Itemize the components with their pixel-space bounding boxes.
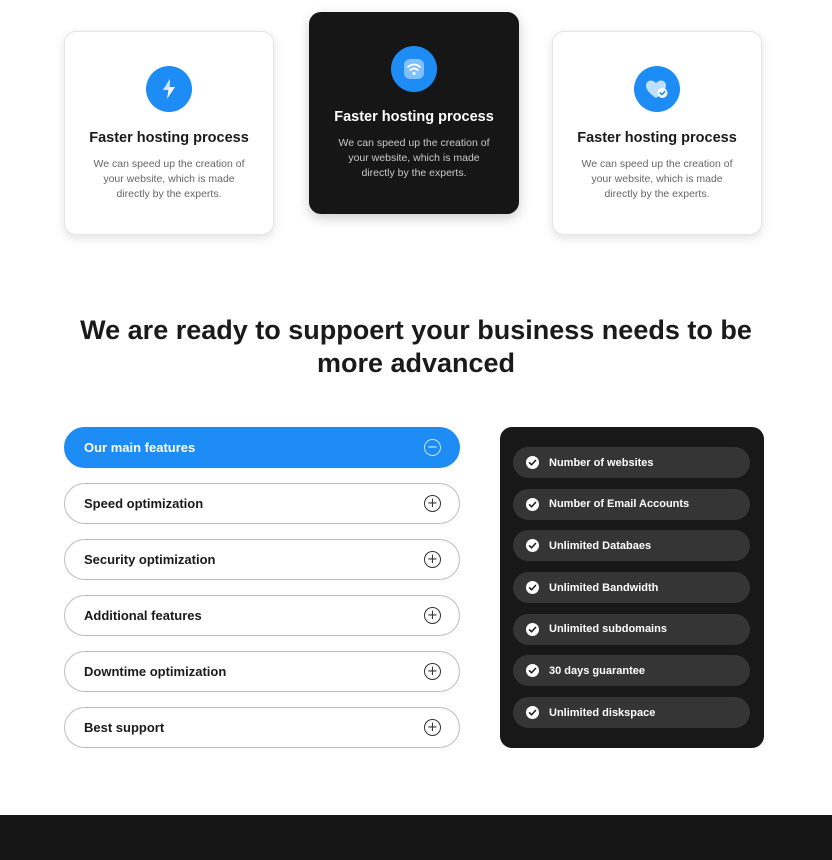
feature-card-2: Faster hosting process We can speed up t… bbox=[309, 12, 519, 214]
feature-list-item: Unlimited Bandwidth bbox=[513, 572, 750, 604]
feature-label: Number of websites bbox=[549, 456, 654, 469]
accordion-label: Best support bbox=[84, 720, 165, 735]
accordion-item-security-optimization[interactable]: Security optimization + bbox=[64, 539, 460, 580]
plus-icon[interactable]: + bbox=[424, 663, 441, 680]
feature-list-item: Unlimited diskspace bbox=[513, 697, 750, 729]
card-description: We can speed up the creation of your web… bbox=[93, 158, 245, 200]
plus-icon[interactable]: + bbox=[424, 495, 441, 512]
accordion-label: Our main features bbox=[84, 440, 196, 455]
feature-list-item: Unlimited subdomains bbox=[513, 613, 750, 645]
card-title: Faster hosting process bbox=[89, 130, 249, 146]
features-list-panel: Number of websites Number of Email Accou… bbox=[500, 427, 764, 748]
check-icon bbox=[526, 706, 539, 720]
feature-cards: Faster hosting process We can speed up t… bbox=[0, 0, 832, 260]
card-title: Faster hosting process bbox=[334, 109, 494, 125]
feature-card-3: Faster hosting process We can speed up t… bbox=[552, 31, 762, 235]
card-description: We can speed up the creation of your web… bbox=[338, 137, 490, 179]
feature-list-item: 30 days guarantee bbox=[513, 655, 750, 687]
features-accordion: Our main features − Speed optimization +… bbox=[64, 427, 460, 763]
accordion-item-main-features[interactable]: Our main features − bbox=[64, 427, 460, 468]
feature-list-item: Unlimited Databaes bbox=[513, 530, 750, 562]
wifi-icon bbox=[391, 46, 437, 92]
lightning-icon bbox=[146, 66, 192, 112]
check-icon bbox=[526, 622, 539, 636]
feature-label: Unlimited Databaes bbox=[549, 539, 652, 552]
plus-icon[interactable]: + bbox=[424, 719, 441, 736]
feature-label: Number of Email Accounts bbox=[549, 498, 690, 511]
check-icon bbox=[526, 456, 539, 469]
feature-label: 30 days guarantee bbox=[549, 664, 645, 677]
feature-list-item: Number of Email Accounts bbox=[513, 488, 750, 520]
accordion-item-downtime-optimization[interactable]: Downtime optimization + bbox=[64, 651, 460, 692]
check-icon bbox=[526, 497, 539, 511]
footer-strip bbox=[0, 815, 832, 860]
check-icon bbox=[526, 581, 539, 595]
section-heading: We are ready to suppoert your business n… bbox=[80, 315, 752, 378]
accordion-label: Speed optimization bbox=[84, 496, 204, 511]
feature-label: Unlimited subdomains bbox=[549, 623, 667, 636]
accordion-item-best-support[interactable]: Best support + bbox=[64, 707, 460, 748]
heart-check-icon bbox=[634, 66, 680, 112]
feature-card-1: Faster hosting process We can speed up t… bbox=[64, 31, 274, 235]
accordion-item-speed-optimization[interactable]: Speed optimization + bbox=[64, 483, 460, 524]
card-title: Faster hosting process bbox=[577, 130, 737, 146]
plus-icon[interactable]: + bbox=[424, 551, 441, 568]
plus-icon[interactable]: + bbox=[424, 607, 441, 624]
feature-label: Unlimited Bandwidth bbox=[549, 581, 659, 594]
accordion-label: Security optimization bbox=[84, 552, 216, 567]
card-description: We can speed up the creation of your web… bbox=[581, 158, 733, 200]
check-icon bbox=[526, 539, 539, 553]
feature-label: Unlimited diskspace bbox=[549, 706, 656, 719]
minus-icon[interactable]: − bbox=[424, 439, 441, 456]
accordion-label: Downtime optimization bbox=[84, 664, 227, 679]
feature-list-item: Number of websites bbox=[513, 447, 750, 478]
check-icon bbox=[526, 664, 539, 678]
accordion-label: Additional features bbox=[84, 608, 202, 623]
accordion-item-additional-features[interactable]: Additional features + bbox=[64, 595, 460, 636]
